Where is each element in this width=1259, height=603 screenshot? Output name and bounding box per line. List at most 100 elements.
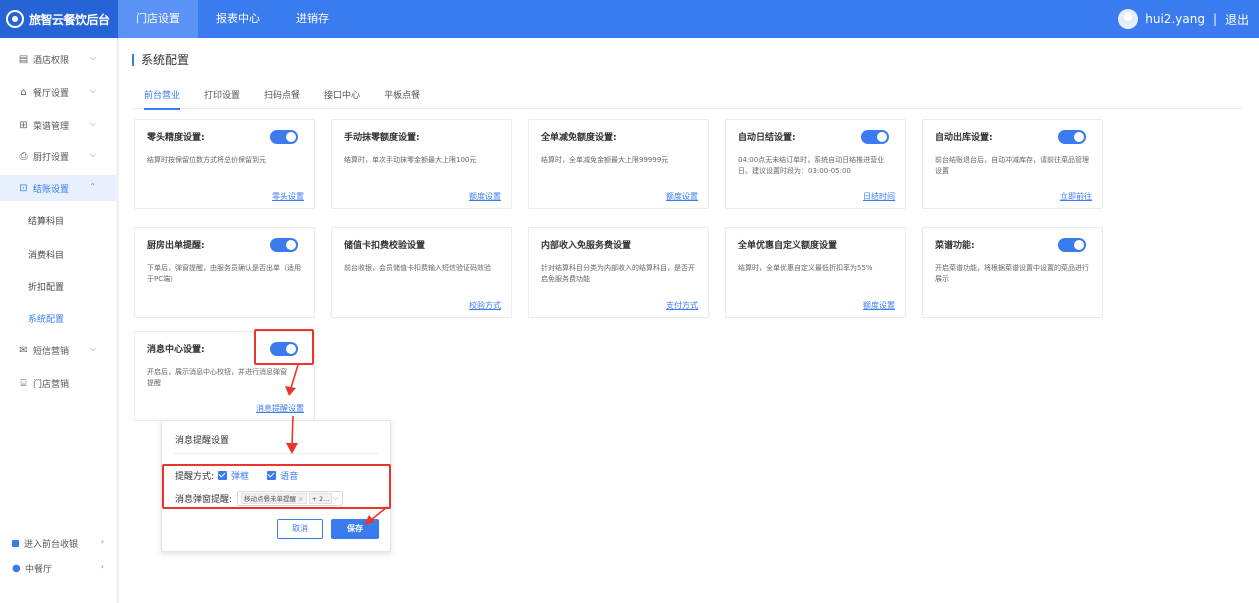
chevron-up-icon: ⌃: [89, 182, 96, 191]
kitchen-ticket-toggle[interactable]: [270, 238, 298, 252]
nav-store-settings[interactable]: 门店设置: [118, 0, 198, 38]
card-description: 结算时，单次手动抹零金额最大上限100元: [344, 156, 477, 164]
sidebar-item-restaurant-settings[interactable]: ⌂ 餐厅设置 ⌵: [0, 79, 118, 105]
card-description: 结算时按保留位数方式将总价保留到元: [147, 156, 266, 164]
card-description: 结算时，全单减免金额最大上限99999元: [541, 156, 669, 164]
sidebar-item-kitchen-print[interactable]: ⎙ 厨打设置 ⌵: [0, 143, 118, 169]
tab-print-settings[interactable]: 打印设置: [192, 88, 252, 109]
card-description: 下单后，弹窗提醒，由服务员确认是否出单（适用于PC端）: [147, 264, 301, 283]
sidebar-item-label: 结算科目: [28, 216, 65, 227]
setting-card-auto-stock-out: 自动出库设置: 前台结账退台后，自动冲减库存，请前往菜品管理设置 立即前往: [922, 119, 1103, 209]
popup-checkbox[interactable]: [218, 471, 228, 480]
sidebar-item-hotel-permissions[interactable]: ▤ 酒店权限 ⌵: [0, 46, 118, 72]
tab-interface-center[interactable]: 接口中心: [312, 88, 372, 109]
auto-daily-close-toggle[interactable]: [861, 130, 889, 144]
setting-card-order-waiver: 全单减免额度设置: 结算时，全单减免金额最大上限99999元 额度设置: [528, 119, 709, 209]
user-box: hui2.yang | 退出: [1118, 0, 1249, 38]
chevron-down-icon: ⌵: [89, 86, 96, 95]
setting-card-rounding: 零头精度设置: 结算时按保留位数方式将总价保留到元 零头设置: [134, 119, 315, 209]
logout-link[interactable]: 退出: [1225, 11, 1249, 28]
sidebar-item-label: 折扣配置: [28, 282, 65, 293]
sidebar-item-store-marketing[interactable]: ⌸ 门店营销: [0, 370, 118, 396]
card-title: 内部收入免服务费设置: [541, 241, 632, 251]
sidebar-item-system-config[interactable]: 系统配置: [0, 305, 118, 331]
go-now-link[interactable]: 立即前往: [1060, 191, 1092, 202]
popup-option-label[interactable]: 弹框: [231, 469, 249, 482]
sidebar-item-enter-cashier[interactable]: 进入前台收银 ›: [0, 530, 118, 556]
selected-tag: 移动点餐未单提醒 ×: [241, 493, 307, 504]
rounding-settings-link[interactable]: 零头设置: [272, 191, 304, 202]
setting-card-kitchen-ticket: 厨房出单提醒: 下单后，弹窗提醒，由服务员确认是否出单（适用于PC端）: [134, 227, 315, 318]
menu-feature-toggle[interactable]: [1058, 238, 1086, 252]
top-nav: 门店设置 报表中心 进销存: [118, 0, 347, 38]
sidebar-item-consumption-accounts[interactable]: 消费科目: [0, 241, 118, 267]
voice-option-label[interactable]: 语音: [280, 469, 298, 482]
popup-reminder-select[interactable]: 移动点餐未单提醒 × + 2... ⌵: [237, 491, 344, 506]
message-center-toggle[interactable]: [270, 342, 298, 356]
chevron-down-icon: ⌵: [89, 119, 96, 128]
cashier-icon: [12, 539, 19, 547]
sidebar-item-discount-config[interactable]: 折扣配置: [0, 273, 118, 299]
setting-card-stored-value-check: 储值卡扣费校验设置 前台收银，会员储值卡扣费输入短信验证码效验 校验方式: [331, 227, 512, 318]
card-title: 全单减免额度设置:: [541, 133, 617, 143]
card-title: 全单优惠自定义额度设置: [738, 241, 838, 251]
grid-icon: ⊞: [19, 119, 28, 131]
tab-front-business[interactable]: 前台营业: [132, 88, 192, 110]
payment-method-link[interactable]: 支付方式: [666, 300, 698, 311]
sidebar-item-checkout-settings[interactable]: ⊡ 结账设置 ⌃: [0, 175, 118, 201]
location-icon: ●: [12, 562, 21, 574]
popup-reminder-row: 消息弹窗提醒: 移动点餐未单提醒 × + 2... ⌵: [175, 491, 344, 506]
card-title: 储值卡扣费校验设置: [344, 241, 426, 251]
nav-report-center[interactable]: 报表中心: [198, 0, 278, 38]
cancel-button[interactable]: 取消: [277, 519, 323, 539]
popup-reminder-label: 消息弹窗提醒:: [175, 495, 233, 505]
tag-close-icon[interactable]: ×: [298, 495, 303, 503]
sidebar-item-chinese-restaurant[interactable]: ● 中餐厅 ›: [0, 555, 118, 581]
save-button[interactable]: 保存: [331, 519, 379, 539]
more-tag: + 2...: [308, 493, 333, 504]
sidebar-item-menu-management[interactable]: ⊞ 菜谱管理 ⌵: [0, 112, 118, 138]
sidebar-item-label: 进入前台收银: [24, 539, 79, 550]
daily-close-time-link[interactable]: 日结时间: [863, 191, 895, 202]
check-method-link[interactable]: 校验方式: [469, 300, 501, 311]
avatar[interactable]: [1118, 9, 1139, 29]
chevron-right-icon: ›: [100, 537, 104, 546]
brand[interactable]: 旅智云餐饮后台: [0, 0, 118, 38]
card-description: 前台结账退台后，自动冲减库存，请前往菜品管理设置: [935, 156, 1089, 175]
chevron-down-icon: ⌵: [89, 53, 96, 62]
sidebar-item-label: 厨打设置: [33, 152, 70, 163]
sidebar-item-label: 菜谱管理: [33, 121, 70, 132]
top-bar: 旅智云餐饮后台 门店设置 报表中心 进销存 hui2.yang | 退出: [0, 0, 1259, 38]
chevron-down-icon: ⌵: [89, 344, 96, 353]
printer-icon: ⎙: [19, 150, 28, 162]
rounding-toggle[interactable]: [270, 130, 298, 144]
setting-card-internal-income-fee: 内部收入免服务费设置 针对结算科目分类为内部收入的结算科目，是否开启免服务费功能…: [528, 227, 709, 318]
voice-checkbox[interactable]: [267, 471, 277, 480]
limit-settings-link[interactable]: 额度设置: [863, 300, 895, 311]
sidebar-item-settlement-accounts[interactable]: 结算科目: [0, 207, 118, 233]
nav-inventory[interactable]: 进销存: [278, 0, 347, 38]
card-description: 结算时，全单优惠自定义最低折扣率为55%: [738, 264, 873, 272]
chevron-right-icon: ›: [100, 562, 104, 571]
username[interactable]: hui2.yang: [1145, 12, 1205, 26]
limit-settings-link[interactable]: 额度设置: [469, 191, 501, 202]
popover-divider: [174, 453, 378, 454]
auto-stock-out-toggle[interactable]: [1058, 130, 1086, 144]
sidebar-item-label: 消费科目: [28, 250, 65, 261]
sidebar-item-label: 餐厅设置: [33, 88, 70, 99]
limit-settings-link[interactable]: 额度设置: [666, 191, 698, 202]
sidebar: ▤ 酒店权限 ⌵ ⌂ 餐厅设置 ⌵ ⊞ 菜谱管理 ⌵ ⎙ 厨打设置 ⌵ ⊡ 结账…: [0, 38, 118, 603]
user-separator: |: [1212, 12, 1217, 26]
mail-icon: ✉: [19, 344, 28, 356]
tab-scan-order[interactable]: 扫码点餐: [252, 88, 312, 109]
tab-tablet-order[interactable]: 平板点餐: [372, 88, 432, 109]
chevron-down-icon: ⌵: [332, 494, 339, 502]
sidebar-item-sms-marketing[interactable]: ✉ 短信营销 ⌵: [0, 337, 118, 363]
setting-card-manual-rounding: 手动抹零额度设置: 结算时，单次手动抹零金额最大上限100元 额度设置: [331, 119, 512, 209]
message-reminder-settings-link[interactable]: 消息提醒设置: [256, 403, 304, 414]
store-icon: ⌸: [20, 377, 27, 389]
message-reminder-popover: 消息提醒设置 提醒方式: 弹框 语音 消息弹窗提醒: 移动点餐未单提醒 × + 2…: [161, 420, 391, 552]
setting-card-auto-daily-close: 自动日结设置: 04:00点无未结订单时，系统自动日结推进营业日。建议设置时段为…: [725, 119, 906, 209]
card-description: 前台收银，会员储值卡扣费输入短信验证码效验: [344, 264, 491, 272]
tab-bar: 前台营业 打印设置 扫码点餐 接口中心 平板点餐: [132, 88, 1242, 110]
